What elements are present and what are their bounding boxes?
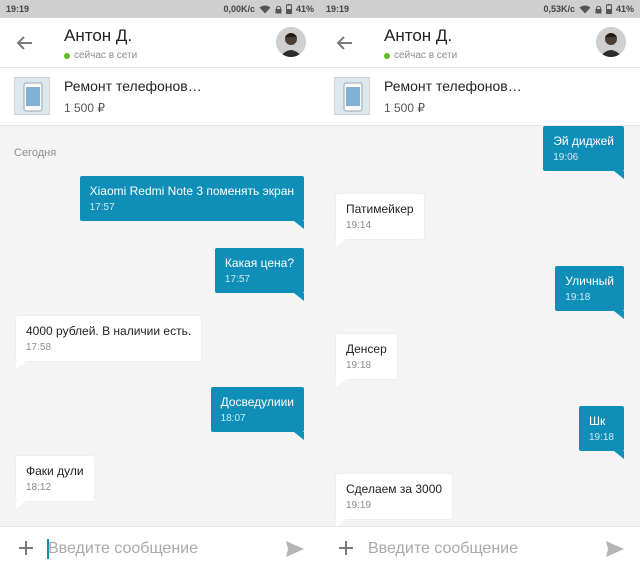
message-composer (320, 526, 640, 570)
message-incoming[interactable]: Факи дули 18:12 (16, 456, 94, 509)
status-time: 19:19 (6, 4, 30, 14)
network-speed: 0,53K/c (543, 4, 575, 14)
avatar[interactable] (596, 27, 626, 57)
send-icon[interactable] (604, 539, 626, 559)
product-thumbnail (334, 77, 370, 115)
message-time: 17:57 (224, 274, 250, 285)
contact-name[interactable]: Антон Д. (64, 26, 132, 46)
message-text: Какая цена? (224, 256, 294, 270)
online-dot-icon (384, 52, 390, 59)
message-input[interactable] (48, 533, 278, 565)
status-bar: 19:19 0,53K/c 41% (320, 0, 640, 18)
network-speed: 0,00K/c (223, 4, 255, 14)
message-time: 19:18 (346, 360, 372, 371)
message-text: Патимейкер (346, 202, 414, 216)
lock-icon (275, 5, 282, 14)
plus-icon[interactable] (336, 538, 356, 558)
battery-percent: 41% (615, 4, 634, 14)
chat-header: Антон Д. сейчас в сети (0, 18, 320, 68)
message-outgoing[interactable]: Шк 19:18 (578, 406, 625, 459)
product-title: Ремонт телефонов… (384, 78, 522, 94)
battery-icon (605, 4, 612, 14)
status-time: 19:19 (326, 4, 350, 14)
message-time: 17:58 (26, 342, 52, 353)
back-arrow-icon[interactable] (14, 32, 36, 54)
message-text: Сделаем за 3000 (346, 482, 443, 496)
message-time: 19:18 (565, 292, 591, 303)
message-outgoing[interactable]: Уличный 19:18 (555, 266, 624, 319)
message-time: 19:19 (346, 500, 372, 511)
product-card[interactable]: Ремонт телефонов… 1 500 ₽ (0, 68, 320, 126)
chat-screen-left: 19:19 0,00K/c 41% Антон Д. сейчас в сети (0, 0, 320, 570)
wifi-icon (259, 5, 271, 14)
message-incoming[interactable]: 4000 рублей. В наличии есть. 17:58 (16, 316, 202, 369)
contact-name[interactable]: Антон Д. (384, 26, 452, 46)
product-card[interactable]: Ремонт телефонов… 1 500 ₽ (320, 68, 640, 126)
message-outgoing[interactable]: Xiaomi Redmi Note 3 поменять экран 17:57 (79, 176, 305, 229)
message-text: Денсер (346, 342, 387, 356)
online-status: сейчас в сети (384, 50, 457, 61)
online-dot-icon (64, 52, 70, 59)
plus-icon[interactable] (16, 538, 36, 558)
message-time: 17:57 (89, 202, 115, 213)
message-incoming[interactable]: Сделаем за 3000 19:19 (336, 474, 453, 527)
battery-percent: 41% (295, 4, 314, 14)
message-text: Досведулиии (220, 395, 294, 409)
product-thumbnail (14, 77, 50, 115)
message-outgoing[interactable]: Досведулиии 18:07 (210, 387, 305, 440)
message-text: Xiaomi Redmi Note 3 поменять экран (89, 184, 294, 198)
message-outgoing[interactable]: Эй диджей 19:06 (543, 126, 624, 179)
day-separator: Сегодня (14, 147, 57, 159)
message-text: Уличный (565, 274, 614, 288)
product-price: 1 500 ₽ (64, 101, 105, 115)
status-bar: 19:19 0,00K/c 41% (0, 0, 320, 18)
product-title: Ремонт телефонов… (64, 78, 202, 94)
message-time: 19:14 (346, 220, 372, 231)
chat-screen-right: 19:19 0,53K/c 41% Антон Д. сейчас в сети (320, 0, 640, 570)
message-input[interactable] (368, 533, 598, 565)
battery-icon (285, 4, 292, 14)
back-arrow-icon[interactable] (334, 32, 356, 54)
message-time: 19:18 (588, 432, 614, 443)
lock-icon (595, 5, 602, 14)
message-time: 19:06 (553, 152, 579, 163)
wifi-icon (579, 5, 591, 14)
send-icon[interactable] (284, 539, 306, 559)
product-price: 1 500 ₽ (384, 101, 425, 115)
online-status-text: сейчас в сети (394, 50, 458, 61)
message-outgoing[interactable]: Какая цена? 17:57 (214, 248, 305, 301)
message-incoming[interactable]: Патимейкер 19:14 (336, 194, 424, 247)
message-text: Факи дули (26, 464, 84, 478)
message-time: 18:07 (220, 413, 246, 424)
avatar[interactable] (276, 27, 306, 57)
message-list[interactable]: Эй диджей 19:06 Патимейкер 19:14 Уличный… (320, 126, 640, 527)
message-time: 18:12 (26, 482, 52, 493)
chat-header: Антон Д. сейчас в сети (320, 18, 640, 68)
message-text: Эй диджей (553, 134, 614, 148)
message-text: Шк (588, 414, 606, 428)
message-incoming[interactable]: Денсер 19:18 (336, 334, 397, 387)
online-status: сейчас в сети (64, 50, 137, 61)
message-composer (0, 526, 320, 570)
message-list[interactable]: Сегодня Xiaomi Redmi Note 3 поменять экр… (0, 126, 320, 526)
online-status-text: сейчас в сети (74, 50, 138, 61)
message-text: 4000 рублей. В наличии есть. (26, 324, 192, 338)
